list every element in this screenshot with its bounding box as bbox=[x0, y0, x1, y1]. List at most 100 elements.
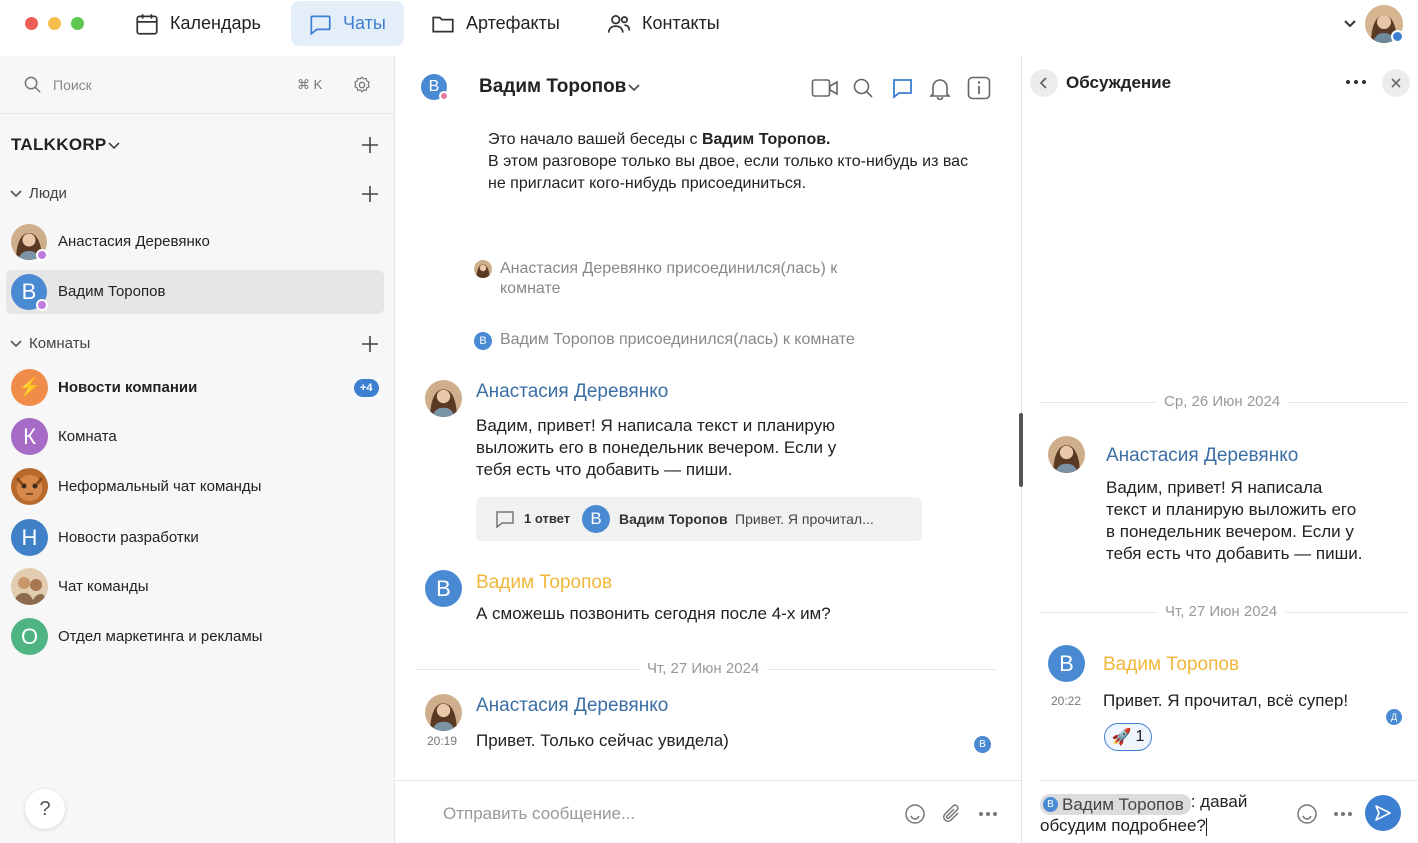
date-separator: Чт, 27 Июн 2024 bbox=[639, 660, 768, 677]
team-chat-avatar bbox=[11, 568, 48, 605]
vadim-avatar: В bbox=[582, 505, 610, 533]
message-time: 20:19 bbox=[427, 734, 458, 748]
rocket-icon: 🚀 bbox=[1111, 729, 1132, 746]
date-separator: Чт, 27 Июн 2024 bbox=[1157, 603, 1286, 620]
reaction-rocket[interactable]: 🚀 1 bbox=[1104, 723, 1152, 751]
status-dot bbox=[439, 91, 449, 101]
sidebar: Поиск ⌘ K TALKKORP Люди Анастасия Деревя… bbox=[0, 56, 395, 843]
anastasia-avatar[interactable] bbox=[1048, 436, 1085, 473]
message-text: Привет. Я прочитал, всё супер! bbox=[1103, 691, 1349, 710]
search-shortcut: ⌘ K bbox=[297, 77, 323, 92]
sidebar-item-room[interactable]: К Комната bbox=[6, 415, 384, 459]
help-button[interactable]: ? bbox=[25, 789, 65, 829]
tab-calendar-label: Календарь bbox=[170, 13, 261, 33]
calendar-icon bbox=[136, 13, 158, 35]
rooms-collapse-icon[interactable] bbox=[9, 338, 23, 350]
message-input[interactable]: Отправить сообщение... bbox=[443, 804, 635, 824]
message-author[interactable]: Анастасия Деревянко bbox=[476, 381, 668, 403]
message-author[interactable]: Анастасия Деревянко bbox=[1106, 445, 1298, 467]
thread-reply-input[interactable]: В Вадим Торопов : давай обсудим подробне… bbox=[1040, 791, 1277, 843]
chevron-down-icon[interactable] bbox=[627, 82, 641, 94]
chat-panel: В Вадим Торопов Это начало вашей беседы … bbox=[396, 56, 1023, 843]
anastasia-avatar[interactable] bbox=[425, 380, 462, 417]
sidebar-item-label: Вадим Торопов bbox=[58, 283, 166, 300]
reply-preview: Привет. Я прочитал... bbox=[735, 511, 874, 527]
sidebar-item-vadim[interactable]: В Вадим Торопов bbox=[6, 270, 384, 314]
info-icon[interactable] bbox=[967, 76, 991, 100]
thread-summary[interactable]: 1 ответ В Вадим Торопов Привет. Я прочит… bbox=[476, 497, 922, 541]
message-author[interactable]: Анастасия Деревянко bbox=[476, 695, 668, 717]
send-button[interactable] bbox=[1365, 795, 1401, 831]
more-options-icon[interactable] bbox=[978, 811, 998, 817]
chevron-down-icon[interactable] bbox=[1342, 17, 1358, 31]
sidebar-item-company-news[interactable]: ⚡ Новости компании +4 bbox=[6, 366, 384, 410]
mention-pill: В Вадим Торопов bbox=[1040, 794, 1191, 815]
sidebar-item-marketing[interactable]: О Отдел маркетинга и рекламы bbox=[6, 615, 384, 659]
bell-icon[interactable] bbox=[929, 76, 951, 100]
chat-icon bbox=[310, 15, 331, 36]
more-options-icon[interactable] bbox=[1345, 79, 1367, 85]
vadim-avatar[interactable]: В bbox=[425, 570, 462, 607]
video-call-icon[interactable] bbox=[811, 77, 839, 99]
status-dot bbox=[36, 249, 48, 261]
message-author[interactable]: Вадим Торопов bbox=[1103, 654, 1239, 676]
sidebar-item-team-chat[interactable]: Чат команды bbox=[6, 565, 384, 609]
vadim-avatar: В bbox=[474, 332, 492, 350]
chevron-left-icon bbox=[1039, 77, 1047, 89]
sidebar-item-informal-chat[interactable]: Неформальный чат команды bbox=[6, 465, 384, 509]
more-options-icon[interactable] bbox=[1333, 811, 1353, 817]
tab-artifacts-label: Артефакты bbox=[466, 13, 560, 33]
composer-divider bbox=[396, 780, 1022, 781]
people-collapse-icon[interactable] bbox=[9, 188, 23, 200]
workspace-chevron-icon[interactable] bbox=[107, 140, 121, 152]
emoji-icon[interactable] bbox=[1296, 803, 1318, 825]
back-button[interactable] bbox=[1030, 69, 1058, 97]
message-text: Привет. Только сейчас увидела) bbox=[476, 731, 729, 750]
threads-icon[interactable] bbox=[890, 76, 914, 100]
tab-artifacts[interactable]: Артефакты bbox=[414, 1, 576, 46]
close-thread-button[interactable] bbox=[1382, 69, 1410, 97]
sidebar-item-label: Комната bbox=[58, 428, 117, 445]
composer-divider bbox=[1040, 780, 1418, 781]
close-window-button[interactable] bbox=[25, 17, 38, 30]
thread-panel: Обсуждение Ср, 26 Июн 2024 Анастасия Дер… bbox=[1023, 56, 1418, 843]
settings-gear-icon[interactable] bbox=[352, 75, 372, 95]
unread-badge: +4 bbox=[354, 379, 379, 397]
vadim-avatar[interactable]: В bbox=[1048, 645, 1085, 682]
dev-news-avatar: Н bbox=[11, 519, 48, 556]
reply-author: Вадим Торопов bbox=[619, 511, 728, 527]
rooms-section-header[interactable]: Комнаты bbox=[29, 335, 90, 352]
add-person-icon[interactable] bbox=[361, 185, 379, 203]
reply-count: 1 ответ bbox=[524, 511, 571, 526]
sidebar-item-anastasia[interactable]: Анастасия Деревянко bbox=[6, 220, 384, 264]
message-author[interactable]: Вадим Торопов bbox=[476, 572, 612, 594]
maximize-window-button[interactable] bbox=[71, 17, 84, 30]
contacts-icon bbox=[607, 14, 631, 33]
tab-contacts[interactable]: Контакты bbox=[590, 1, 736, 46]
attach-icon[interactable] bbox=[941, 803, 963, 825]
lightning-icon: ⚡ bbox=[11, 369, 48, 406]
send-icon bbox=[1375, 805, 1391, 821]
tab-chats[interactable]: Чаты bbox=[291, 1, 404, 46]
system-message-join: Вадим Торопов присоединился(лась) к комн… bbox=[500, 331, 855, 348]
date-separator: Ср, 26 Июн 2024 bbox=[1156, 393, 1289, 410]
sidebar-item-label: Неформальный чат команды bbox=[58, 478, 262, 495]
chat-intro: Это начало вашей беседы с Вадим Торопов.… bbox=[488, 131, 969, 192]
search-input[interactable]: Поиск bbox=[53, 77, 92, 93]
sidebar-item-dev-news[interactable]: Н Новости разработки bbox=[6, 516, 384, 560]
sidebar-item-label: Чат команды bbox=[58, 578, 149, 595]
workspace-name[interactable]: TALKKORP bbox=[11, 135, 107, 155]
thread-title: Обсуждение bbox=[1066, 73, 1172, 92]
add-workspace-item-icon[interactable] bbox=[361, 136, 379, 154]
anastasia-avatar bbox=[474, 260, 492, 278]
chat-title[interactable]: Вадим Торопов bbox=[479, 76, 626, 98]
tab-calendar[interactable]: Календарь bbox=[118, 1, 277, 46]
sidebar-divider bbox=[0, 113, 395, 114]
minimize-window-button[interactable] bbox=[48, 17, 61, 30]
search-icon[interactable] bbox=[852, 77, 874, 99]
people-section-header[interactable]: Люди bbox=[29, 185, 67, 202]
search-icon bbox=[24, 76, 41, 93]
emoji-icon[interactable] bbox=[904, 803, 926, 825]
anastasia-avatar[interactable] bbox=[425, 694, 462, 731]
add-room-icon[interactable] bbox=[361, 335, 379, 353]
